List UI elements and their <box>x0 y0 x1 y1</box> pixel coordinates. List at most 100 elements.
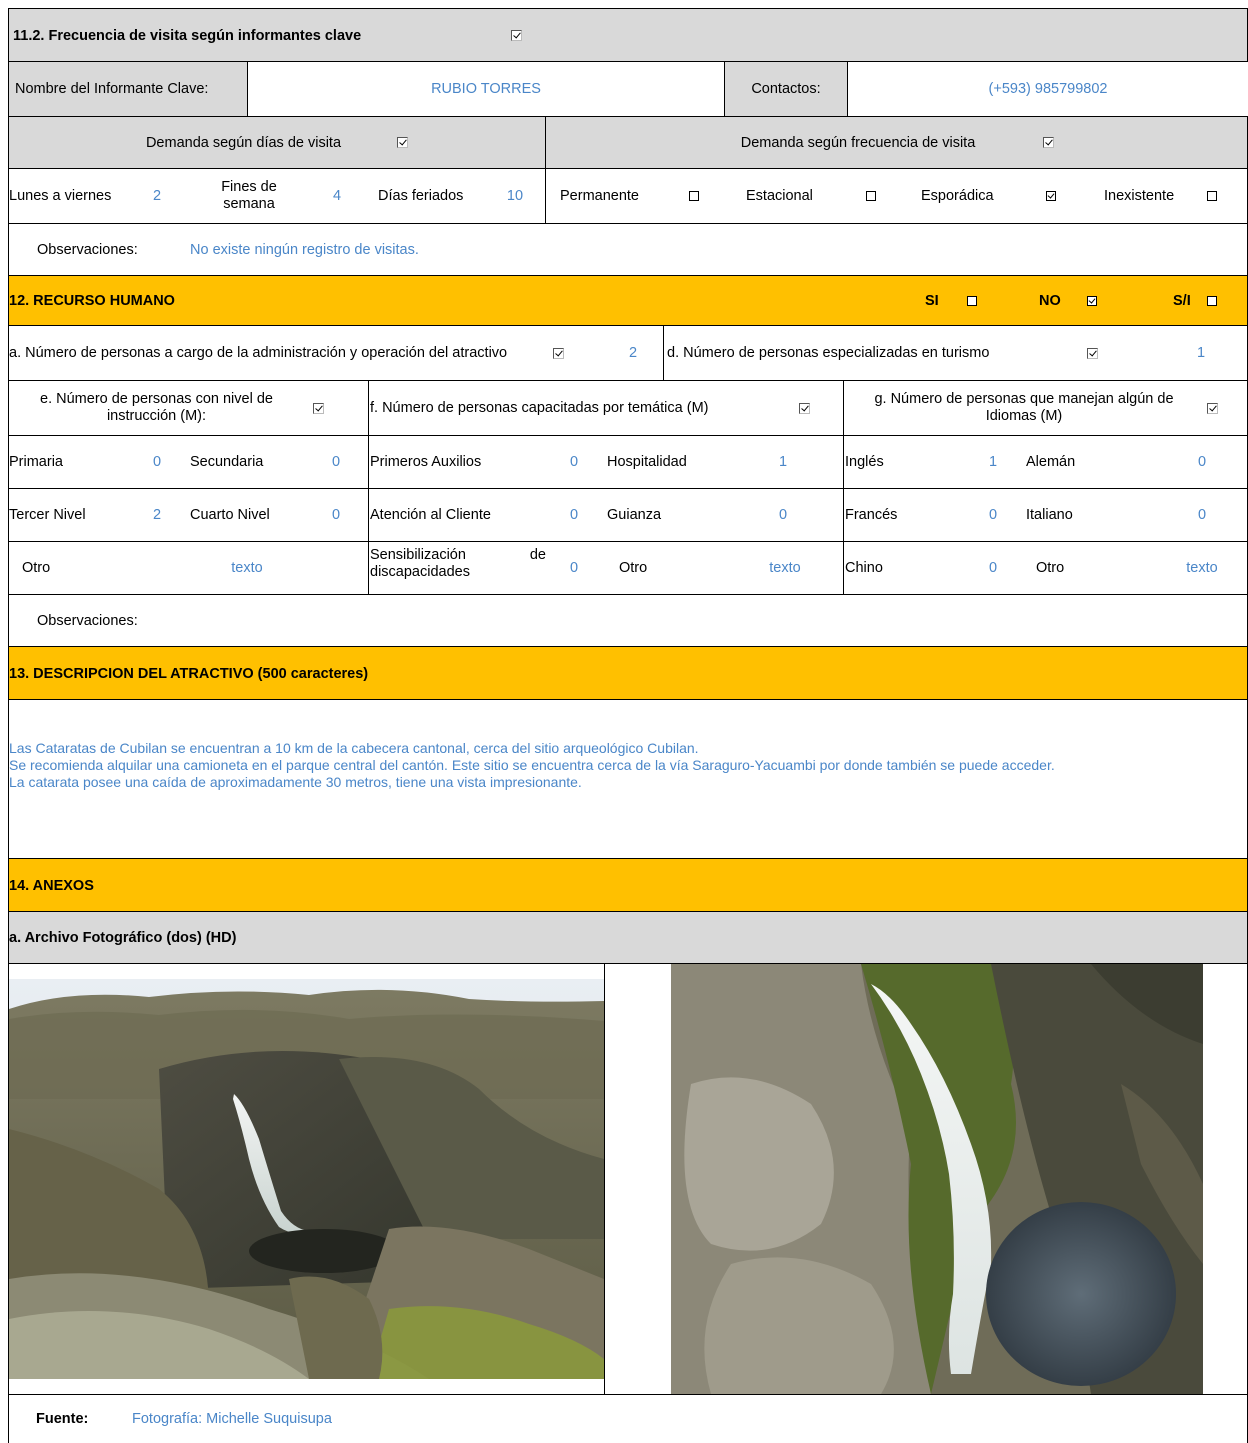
frances-value[interactable]: 0 <box>983 489 1003 541</box>
informant-value[interactable]: RUBIO TORRES <box>247 62 725 116</box>
freq-estacional-checkbox[interactable] <box>866 191 876 201</box>
freq-permanente-checkbox[interactable] <box>689 191 699 201</box>
italiano-value[interactable]: 0 <box>1192 489 1212 541</box>
weekdays-value[interactable]: 2 <box>147 169 167 223</box>
cuarto-nivel-value[interactable]: 0 <box>326 489 346 541</box>
primeros-auxilios-value[interactable]: 0 <box>564 436 584 488</box>
freq-inexistente-label: Inexistente <box>1104 188 1175 204</box>
primaria-value[interactable]: 0 <box>147 436 167 488</box>
observations-11-row: Observaciones: No existe ningún registro… <box>8 223 1248 275</box>
demand-freq-checkbox[interactable] <box>1043 137 1055 148</box>
tourism-staff-value[interactable]: 1 <box>1191 326 1211 380</box>
otro-training-label: Otro <box>619 560 648 576</box>
section-13-title: 13. DESCRIPCION DEL ATRACTIVO (500 carac… <box>9 665 369 682</box>
tourism-staff-label: d. Número de personas especializadas en … <box>667 345 990 361</box>
contacts-value[interactable]: (+593) 985799802 <box>847 62 1248 116</box>
freq-esporadica-label: Esporádica <box>921 188 994 204</box>
observations-12-row: Observaciones: <box>8 594 1248 646</box>
admin-staff-value[interactable]: 2 <box>623 326 643 380</box>
admin-staff-checkbox[interactable] <box>553 347 564 359</box>
detail-row-1: Primaria 0 Secundaria 0 Primeros Auxilio… <box>8 435 1248 489</box>
languages-label: g. Número de personas que manejan algún … <box>874 391 1174 424</box>
chino-value[interactable]: 0 <box>983 542 1003 594</box>
section-14-title: 14. ANEXOS <box>9 877 94 894</box>
training-label: f. Número de personas capacitadas por te… <box>370 400 709 416</box>
italiano-label: Italiano <box>1026 507 1073 523</box>
sensibilizacion-label: Sensibilización de discapacidades <box>370 547 546 580</box>
si-checkbox[interactable] <box>967 296 977 306</box>
freq-estacional-label: Estacional <box>746 188 813 204</box>
contacts-label: Contactos: <box>751 81 821 97</box>
frances-label: Francés <box>845 507 898 523</box>
description-text[interactable]: Las Cataratas de Cubilan se encuentran a… <box>9 740 1055 791</box>
detail-row-2: Tercer Nivel 2 Cuarto Nivel 0 Atención a… <box>8 488 1248 542</box>
hospitalidad-value[interactable]: 1 <box>773 436 793 488</box>
source-label: Fuente: <box>36 1411 89 1427</box>
source-row: Fuente: Fotografía: Michelle Suquisupa <box>8 1394 1248 1443</box>
si-no-info-label: S/I <box>1173 293 1191 309</box>
demand-header-row: Demanda según días de visita Demanda seg… <box>8 116 1248 169</box>
otro-training-value[interactable]: texto <box>757 542 813 594</box>
informant-row: Nombre del Informante Clave: RUBIO TORRE… <box>8 61 1248 116</box>
tercer-nivel-value[interactable]: 2 <box>147 489 167 541</box>
no-checkbox[interactable] <box>1087 296 1097 306</box>
section-11-2-header: 11.2. Frecuencia de visita según informa… <box>8 8 1248 61</box>
sensibilizacion-value[interactable]: 0 <box>564 542 584 594</box>
secundaria-value[interactable]: 0 <box>326 436 346 488</box>
observations-11-label: Observaciones: <box>37 241 138 258</box>
otro-education-value[interactable]: texto <box>219 542 275 594</box>
guianza-label: Guianza <box>607 507 662 523</box>
detail-row-3: Otro texto Sensibilización de discapacida… <box>8 541 1248 595</box>
photo-archive-header: a. Archivo Fotográfico (dos) (HD) <box>8 911 1248 964</box>
demand-days-label: Demanda según días de visita <box>145 134 342 151</box>
observations-11-value[interactable]: No existe ningún registro de visitas. <box>190 224 419 275</box>
primeros-auxilios-label: Primeros Auxilios <box>370 454 482 470</box>
description-line: Las Cataratas de Cubilan se encuentran a… <box>9 740 699 756</box>
observations-12-label: Observaciones: <box>37 612 138 629</box>
demand-days-checkbox[interactable] <box>397 137 409 148</box>
cuarto-nivel-label: Cuarto Nivel <box>190 507 270 523</box>
freq-inexistente-checkbox[interactable] <box>1207 191 1217 201</box>
guianza-value[interactable]: 0 <box>773 489 793 541</box>
description-body: Las Cataratas de Cubilan se encuentran a… <box>8 699 1248 858</box>
days-row: Lunes a viernes 2 Fines de semana 4 Días… <box>8 168 1248 224</box>
secundaria-label: Secundaria <box>190 454 264 470</box>
chino-label: Chino <box>845 560 883 576</box>
tercer-nivel-label: Tercer Nivel <box>9 507 86 523</box>
staff-count-row: a. Número de personas a cargo de la admi… <box>8 325 1248 381</box>
section-11-2-title: 11.2. Frecuencia de visita según informa… <box>13 27 362 44</box>
training-checkbox[interactable] <box>799 402 810 414</box>
demand-freq-label: Demanda según frecuencia de visita <box>740 134 976 151</box>
education-label: e. Número de personas con nivel de instr… <box>40 391 273 424</box>
otro-language-value[interactable]: texto <box>1174 542 1230 594</box>
holidays-value[interactable]: 10 <box>503 169 527 223</box>
admin-staff-label: a. Número de personas a cargo de la admi… <box>9 344 508 361</box>
section-12-title: 12. RECURSO HUMANO <box>9 293 175 309</box>
training-header-row: e. Número de personas con nivel de instr… <box>8 380 1248 436</box>
freq-esporadica-checkbox[interactable] <box>1046 191 1056 201</box>
weekdays-label: Lunes a viernes <box>9 188 112 204</box>
ingles-label: Inglés <box>845 454 884 470</box>
weekend-label: Fines de semana <box>221 179 277 212</box>
hospitalidad-label: Hospitalidad <box>607 454 687 470</box>
section-12-header: 12. RECURSO HUMANO SI NO S/I <box>8 275 1248 325</box>
languages-checkbox[interactable] <box>1207 402 1218 414</box>
section-11-2-checkbox[interactable] <box>511 30 522 41</box>
otro-language-label: Otro <box>1036 560 1065 576</box>
otro-education-label: Otro <box>22 560 51 576</box>
si-no-info-checkbox[interactable] <box>1207 296 1217 306</box>
primaria-label: Primaria <box>9 454 63 470</box>
photo-archive-title: a. Archivo Fotográfico (dos) (HD) <box>9 930 237 946</box>
waterfall-closeup-photo <box>671 964 1203 1394</box>
source-value[interactable]: Fotografía: Michelle Suquisupa <box>132 1395 332 1443</box>
education-checkbox[interactable] <box>313 402 324 414</box>
section-14-header: 14. ANEXOS <box>8 858 1248 911</box>
atencion-cliente-value[interactable]: 0 <box>564 489 584 541</box>
description-line: La catarata posee una caída de aproximad… <box>9 774 582 790</box>
section-13-header: 13. DESCRIPCION DEL ATRACTIVO (500 carac… <box>8 646 1248 699</box>
aleman-value[interactable]: 0 <box>1192 436 1212 488</box>
aleman-label: Alemán <box>1026 454 1076 470</box>
ingles-value[interactable]: 1 <box>983 436 1003 488</box>
tourism-staff-checkbox[interactable] <box>1087 347 1098 359</box>
weekend-value[interactable]: 4 <box>327 169 347 223</box>
